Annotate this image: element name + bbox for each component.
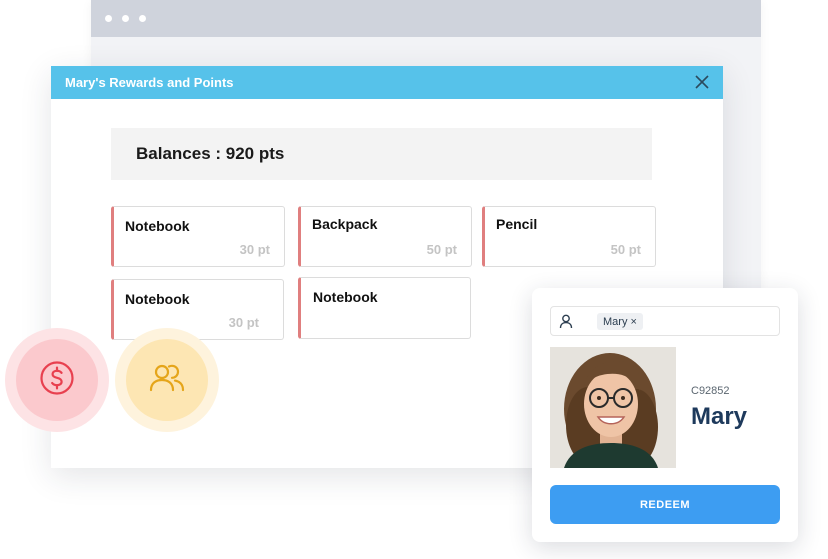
reward-name: Backpack — [312, 216, 378, 232]
reward-card[interactable]: Notebook 30 pt — [111, 279, 284, 340]
reward-card[interactable]: Notebook — [298, 277, 471, 339]
reward-points: 50 pt — [610, 242, 641, 257]
window-dot — [122, 15, 129, 22]
profile-card: Mary × C92852 Mary REDEEM — [532, 288, 798, 542]
person-icon — [559, 314, 573, 334]
dollar-icon — [39, 360, 75, 401]
users-badge-inner — [126, 339, 208, 421]
reward-card[interactable]: Notebook 30 pt — [111, 206, 285, 267]
dollar-badge-inner — [16, 339, 98, 421]
users-icon — [147, 360, 187, 401]
balance-text: Balances : 920 pts — [136, 144, 285, 163]
users-badge — [115, 328, 219, 432]
reward-name: Notebook — [313, 289, 378, 305]
window-dot — [105, 15, 112, 22]
user-chip-label: Mary — [603, 315, 628, 328]
reward-name: Pencil — [496, 216, 538, 232]
user-photo — [550, 347, 676, 468]
user-id: C92852 — [691, 385, 730, 397]
balance-bar: Balances : 920 pts — [111, 128, 652, 180]
close-icon[interactable] — [693, 73, 711, 91]
reward-points: 30 pt — [239, 242, 270, 257]
reward-points: 50 pt — [426, 242, 457, 257]
browser-title-bar — [91, 0, 761, 37]
window-dot — [139, 15, 146, 22]
reward-card[interactable]: Pencil 50 pt — [482, 206, 656, 267]
redeem-button[interactable]: REDEEM — [550, 485, 780, 524]
dollar-badge — [5, 328, 109, 432]
reward-points: 30 pt — [228, 315, 259, 330]
modal-title: Mary's Rewards and Points — [65, 75, 234, 90]
reward-name: Notebook — [125, 291, 190, 307]
modal-header: Mary's Rewards and Points — [51, 66, 723, 99]
user-chip[interactable]: Mary × — [597, 313, 643, 330]
remove-chip-icon[interactable]: × — [630, 316, 636, 328]
reward-card[interactable]: Backpack 50 pt — [298, 206, 472, 267]
reward-name: Notebook — [125, 218, 190, 234]
user-search-input[interactable]: Mary × — [550, 306, 780, 336]
user-name: Mary — [691, 403, 748, 430]
